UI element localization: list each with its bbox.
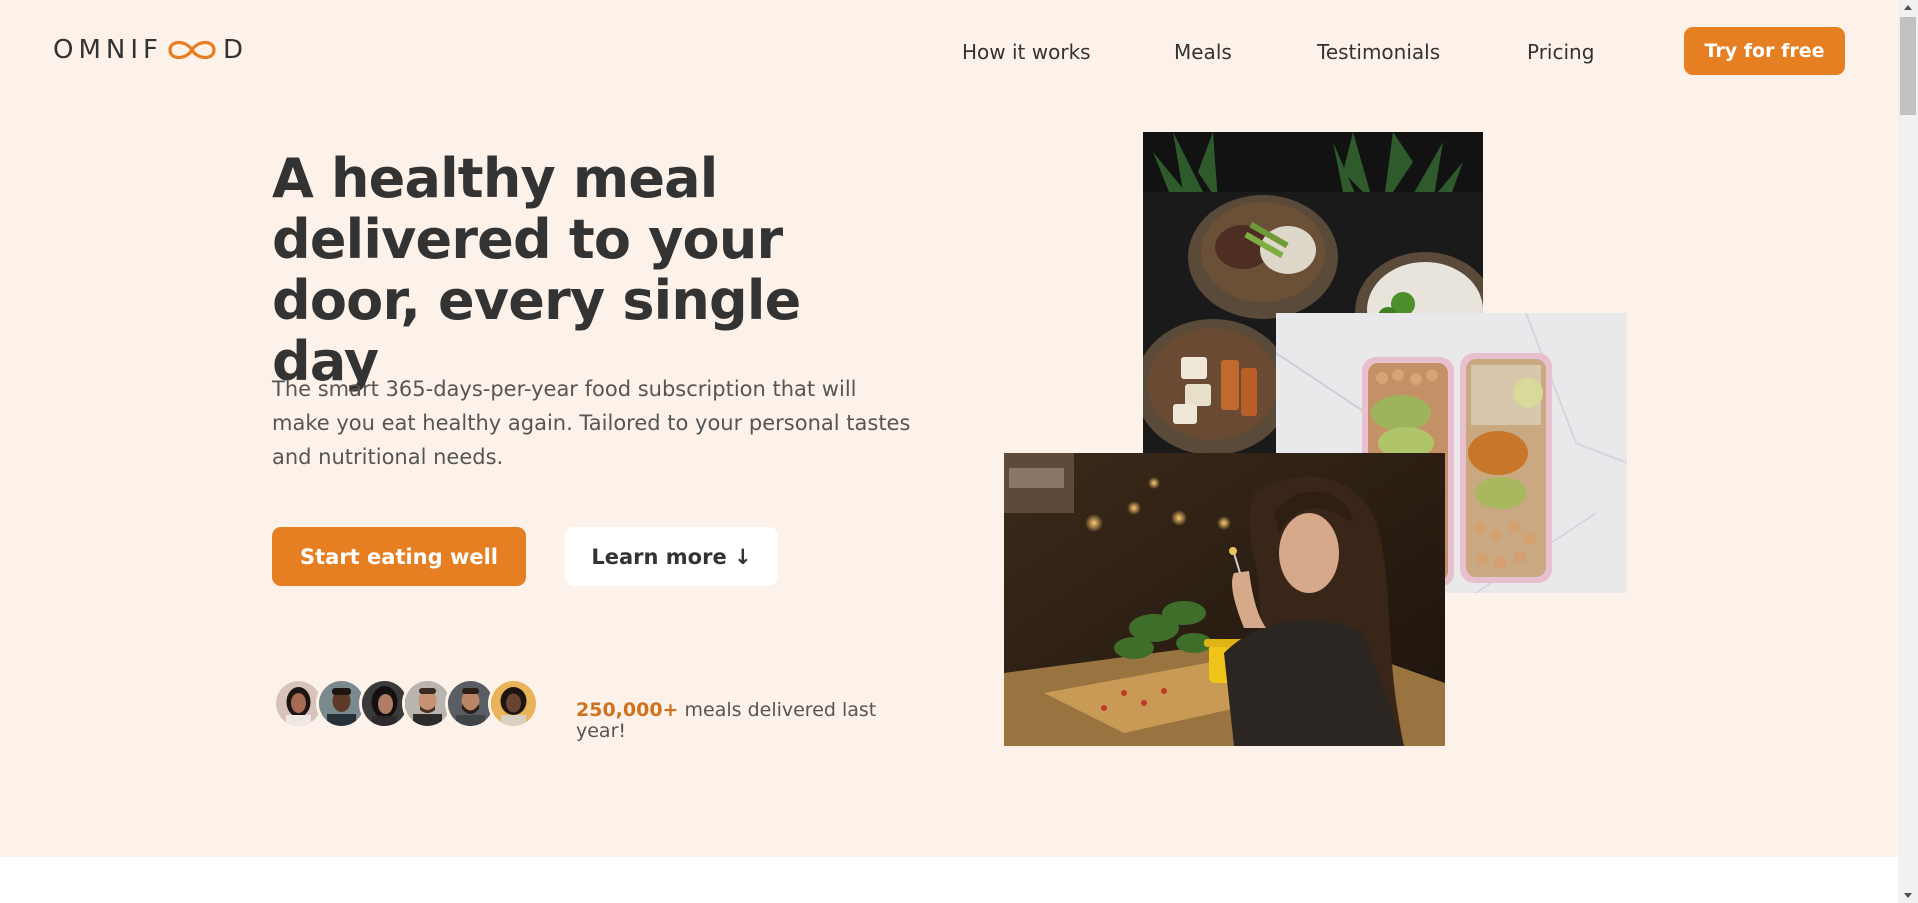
meals-delivered-count: 250,000+ [576,699,679,721]
learn-more-button[interactable]: Learn more ↓ [565,527,778,586]
hero-description: The smart 365-days-per-year food subscri… [272,377,911,469]
page-scrollbar[interactable] [1898,0,1918,903]
omnifood-logo[interactable]: OMNIF D [53,34,248,66]
nav-link-pricing[interactable]: Pricing [1527,40,1594,64]
hero-title: A healthy meal delivered to your door, e… [272,147,801,393]
nav-link-how-it-works[interactable]: How it works [962,40,1091,64]
logo-text-left: OMNIF [53,35,163,65]
customer-avatars [273,678,543,730]
nav-link-testimonials[interactable]: Testimonials [1317,40,1440,64]
meals-delivered-text: 250,000+ meals delivered last year! [576,700,896,742]
site-header: OMNIF D How it works Meals Testimonials … [0,0,1898,102]
page: OMNIF D How it works Meals Testimonials … [0,0,1918,903]
infinity-icon [164,36,220,64]
nav-link-meals[interactable]: Meals [1174,40,1232,64]
logo-text-right: D [222,35,249,65]
next-section [0,857,1898,903]
woman-eating-photo [1004,453,1445,746]
customer-avatar [488,678,539,729]
start-eating-well-button[interactable]: Start eating well [272,527,526,586]
scrollbar-thumb[interactable] [1900,17,1916,115]
scroll-down-arrow-icon[interactable] [1904,893,1912,898]
try-for-free-button[interactable]: Try for free [1684,27,1845,75]
scroll-up-arrow-icon[interactable] [1904,5,1912,10]
